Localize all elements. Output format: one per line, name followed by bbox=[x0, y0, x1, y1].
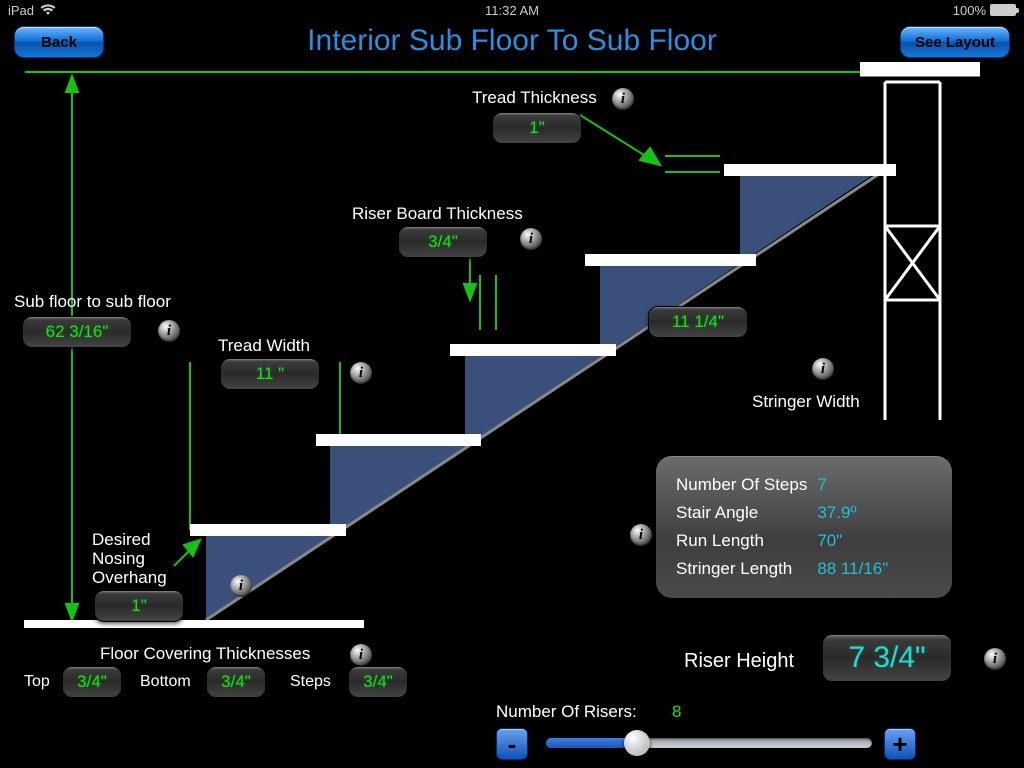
risers-minus-button[interactable]: - bbox=[496, 728, 528, 760]
results-table: Number Of Steps7 Stair Angle37.9º Run Le… bbox=[674, 470, 898, 584]
results-row: Stringer Length88 11/16" bbox=[676, 556, 896, 582]
riser-height-display: 7 3/4" bbox=[822, 634, 952, 682]
tread-thickness-label: Tread Thickness bbox=[472, 88, 597, 108]
fc-top-input[interactable]: 3/4" bbox=[62, 666, 122, 698]
results-key: Number Of Steps bbox=[676, 472, 815, 498]
results-value: 88 11/16" bbox=[817, 556, 896, 582]
nosing-label-1: Desired bbox=[92, 530, 151, 549]
results-info-icon[interactable]: i bbox=[630, 524, 652, 546]
results-key: Run Length bbox=[676, 528, 815, 554]
nosing-label: Desired Nosing Overhang bbox=[92, 530, 167, 587]
nosing-input[interactable]: 1" bbox=[94, 590, 184, 622]
fc-steps-input[interactable]: 3/4" bbox=[348, 666, 408, 698]
sub-floor-info-icon[interactable]: i bbox=[158, 320, 180, 342]
nosing-label-2: Nosing bbox=[92, 549, 145, 568]
floor-covering-label: Floor Covering Thicknesses bbox=[100, 644, 310, 664]
risers-slider-fill bbox=[546, 738, 636, 748]
floor-covering-info-icon[interactable]: i bbox=[350, 644, 372, 666]
fc-bottom-input[interactable]: 3/4" bbox=[206, 666, 266, 698]
fc-top-label: Top bbox=[24, 673, 50, 691]
tread-thickness-input[interactable]: 1" bbox=[492, 112, 582, 144]
results-key: Stair Angle bbox=[676, 500, 815, 526]
nosing-label-3: Overhang bbox=[92, 568, 167, 587]
fc-steps-label: Steps bbox=[290, 673, 331, 691]
risers-slider[interactable] bbox=[546, 738, 872, 748]
results-row: Number Of Steps7 bbox=[676, 472, 896, 498]
risers-plus-button[interactable]: + bbox=[884, 728, 916, 760]
num-risers-value: 8 bbox=[672, 702, 681, 722]
tread-thickness-info-icon[interactable]: i bbox=[612, 88, 634, 110]
fc-bottom-label: Bottom bbox=[140, 673, 191, 691]
riser-board-thickness-input[interactable]: 3/4" bbox=[398, 226, 488, 258]
tread-width-info-icon[interactable]: i bbox=[350, 362, 372, 384]
stringer-width-label: Stringer Width bbox=[752, 392, 860, 412]
results-panel: Number Of Steps7 Stair Angle37.9º Run Le… bbox=[656, 456, 952, 598]
results-row: Run Length70" bbox=[676, 528, 896, 554]
sub-floor-input[interactable]: 62 3/16" bbox=[22, 316, 132, 348]
tread-width-label: Tread Width bbox=[218, 336, 310, 356]
riser-height-label: Riser Height bbox=[684, 650, 794, 673]
sub-floor-label: Sub floor to sub floor bbox=[14, 292, 171, 312]
riser-board-thickness-info-icon[interactable]: i bbox=[520, 228, 542, 250]
results-value: 7 bbox=[817, 472, 896, 498]
riser-board-thickness-label: Riser Board Thickness bbox=[352, 204, 523, 224]
results-key: Stringer Length bbox=[676, 556, 815, 582]
results-value: 70" bbox=[817, 528, 896, 554]
tread-width-input[interactable]: 11 " bbox=[220, 358, 320, 390]
results-value: 37.9º bbox=[817, 500, 896, 526]
stringer-width-input[interactable]: 11 1/4" bbox=[648, 306, 748, 338]
nosing-info-icon[interactable]: i bbox=[230, 575, 252, 597]
num-risers-label: Number Of Risers: bbox=[496, 702, 637, 722]
riser-height-info-icon[interactable]: i bbox=[984, 648, 1006, 670]
risers-slider-thumb[interactable] bbox=[624, 730, 650, 756]
results-row: Stair Angle37.9º bbox=[676, 500, 896, 526]
stringer-width-info-icon[interactable]: i bbox=[812, 358, 834, 380]
